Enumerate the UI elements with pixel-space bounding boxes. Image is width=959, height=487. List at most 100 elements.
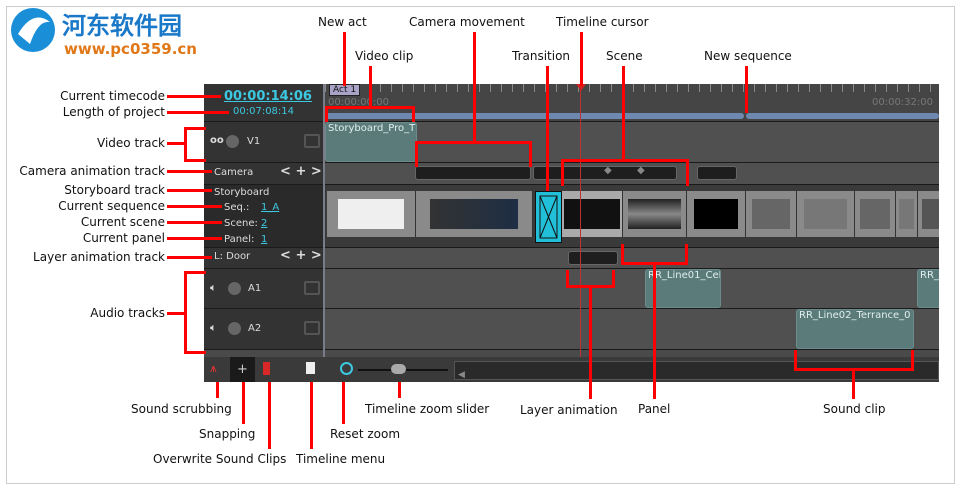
annotation-line	[685, 244, 688, 264]
sound-clip[interactable]: RR_	[917, 269, 939, 308]
ruler-end-time: 00:00:32:00	[871, 97, 933, 108]
annotation-line	[184, 351, 206, 354]
speaker-icon[interactable]: 🔈︎	[210, 321, 217, 335]
annotation-line	[167, 95, 221, 98]
sound-clip[interactable]: RR_Line02_Terrance_0	[796, 309, 914, 349]
sound-clip[interactable]: RR_Line01_Cel	[645, 269, 721, 308]
transition[interactable]	[535, 191, 562, 243]
annotation-label: Timeline menu	[296, 452, 386, 466]
current-panel-link[interactable]: 1	[261, 234, 267, 245]
annotation-line	[167, 170, 212, 173]
diagram-root: 河东软件园 www.pc0359.cn 00:00:14:06 00:07:08…	[0, 0, 959, 487]
annotation-line	[184, 159, 206, 162]
prev-keyframe-button[interactable]: <	[280, 164, 291, 179]
annotation-line	[342, 382, 345, 424]
panel-thumbnail[interactable]	[687, 191, 746, 237]
audio-track-a2-header: 🔈︎ A2	[204, 309, 323, 350]
timeline-menu-icon[interactable]	[306, 362, 315, 374]
annotation-line	[216, 382, 219, 398]
project-length: 00:07:08:14	[233, 106, 295, 117]
panel-thumbnail[interactable]	[855, 191, 896, 237]
reset-zoom-icon[interactable]	[340, 362, 353, 375]
panel-label: Panel:	[224, 234, 255, 245]
zoom-slider-handle[interactable]	[391, 364, 406, 374]
annotation-line	[745, 66, 748, 113]
annotation-label: Scene	[606, 49, 643, 63]
camera-movement[interactable]: ◆ ◆	[533, 165, 677, 180]
video-track-name: V1	[247, 136, 261, 147]
annotation-line	[911, 350, 914, 370]
panel-thumbnail[interactable]	[623, 191, 687, 237]
annotation-label: Current sequence	[58, 199, 165, 213]
annotation-label: Length of project	[62, 105, 165, 119]
annotation-line	[167, 256, 212, 259]
annotation-label: New sequence	[704, 49, 792, 63]
layer-keyframe-nav: < + >	[280, 248, 322, 263]
annotation-line	[412, 106, 415, 122]
annotation-label: Camera animation track	[19, 164, 165, 178]
eye-icon[interactable]: oo	[210, 135, 224, 146]
current-timecode[interactable]: 00:00:14:06	[224, 89, 312, 104]
panel-thumbnail[interactable]	[746, 191, 797, 237]
record-icon[interactable]	[228, 282, 241, 295]
sound-scrubbing-icon[interactable]: ⩚	[210, 361, 217, 376]
panel-thumbnail[interactable]	[416, 191, 533, 237]
sequence-bar-1[interactable]	[325, 113, 744, 119]
annotation-line	[561, 159, 564, 186]
sequence-bar-2[interactable]	[746, 113, 939, 119]
annotation-line	[184, 271, 187, 353]
next-keyframe-button[interactable]: >	[311, 164, 322, 179]
annotation-label: Current scene	[80, 215, 165, 229]
annotation-line	[167, 237, 222, 240]
panel-thumbnail[interactable]	[797, 191, 855, 237]
video-clip[interactable]: Storyboard_Pro_T	[325, 122, 417, 162]
annotation-line	[794, 350, 797, 370]
annotation-label: Sound clip	[823, 402, 886, 416]
annotation-line	[242, 382, 245, 424]
camera-track-header: Camera < + >	[204, 163, 323, 185]
annotation-label: Camera movement	[409, 15, 525, 29]
annotation-line	[369, 66, 372, 107]
timeline-panel: 00:00:14:06 00:07:08:14 oo V1 Camera < +…	[204, 84, 939, 382]
annotation-label: Transition	[512, 49, 571, 63]
lock-icon[interactable]	[304, 281, 320, 295]
annotation-line	[310, 382, 313, 449]
annotation-line	[686, 159, 689, 186]
panel-thumbnail[interactable]	[562, 191, 623, 237]
camera-movement[interactable]	[697, 166, 737, 180]
annotation-line	[184, 127, 187, 162]
annotation-line	[167, 142, 185, 145]
speaker-icon[interactable]: 🔈︎	[210, 281, 217, 295]
camera-track-name: Camera	[214, 167, 254, 178]
current-scene-link[interactable]: 2	[261, 218, 267, 229]
panel-thumbnail[interactable]	[918, 191, 939, 237]
snapping-icon[interactable]: +	[230, 357, 255, 382]
prev-keyframe-button[interactable]: <	[280, 248, 291, 263]
current-sequence-link[interactable]: 1_A	[261, 202, 279, 213]
annotation-line	[325, 106, 328, 122]
add-keyframe-button[interactable]: +	[295, 248, 306, 263]
lock-icon[interactable]	[304, 321, 320, 335]
annotation-label: Sound scrubbing	[131, 402, 232, 416]
watermark-title: 河东软件园	[62, 11, 182, 40]
annotation-label: New act	[318, 15, 367, 29]
annotation-line	[167, 221, 222, 224]
annotation-line	[167, 205, 222, 208]
overwrite-sound-clips-icon[interactable]	[263, 362, 270, 375]
add-keyframe-button[interactable]: +	[295, 164, 306, 179]
timeline-cursor[interactable]	[580, 87, 581, 357]
camera-movement[interactable]	[415, 166, 531, 180]
lock-icon[interactable]	[304, 134, 320, 148]
next-keyframe-button[interactable]: >	[311, 248, 322, 263]
annotation-line	[184, 127, 206, 130]
keyframe-nav: < + >	[280, 164, 322, 179]
record-icon[interactable]	[226, 135, 239, 148]
panel-thumbnail[interactable]	[896, 191, 918, 237]
layer-animation[interactable]	[568, 251, 618, 265]
time-ruler[interactable]: Act 1 00:00:00:00 00:00:32:00	[325, 84, 939, 122]
panel-thumbnail[interactable]	[327, 191, 416, 237]
annotation-line	[852, 368, 855, 399]
record-icon[interactable]	[228, 322, 241, 335]
watermark-logo: 河东软件园 www.pc0359.cn	[8, 4, 197, 60]
annotation-line	[546, 66, 549, 191]
